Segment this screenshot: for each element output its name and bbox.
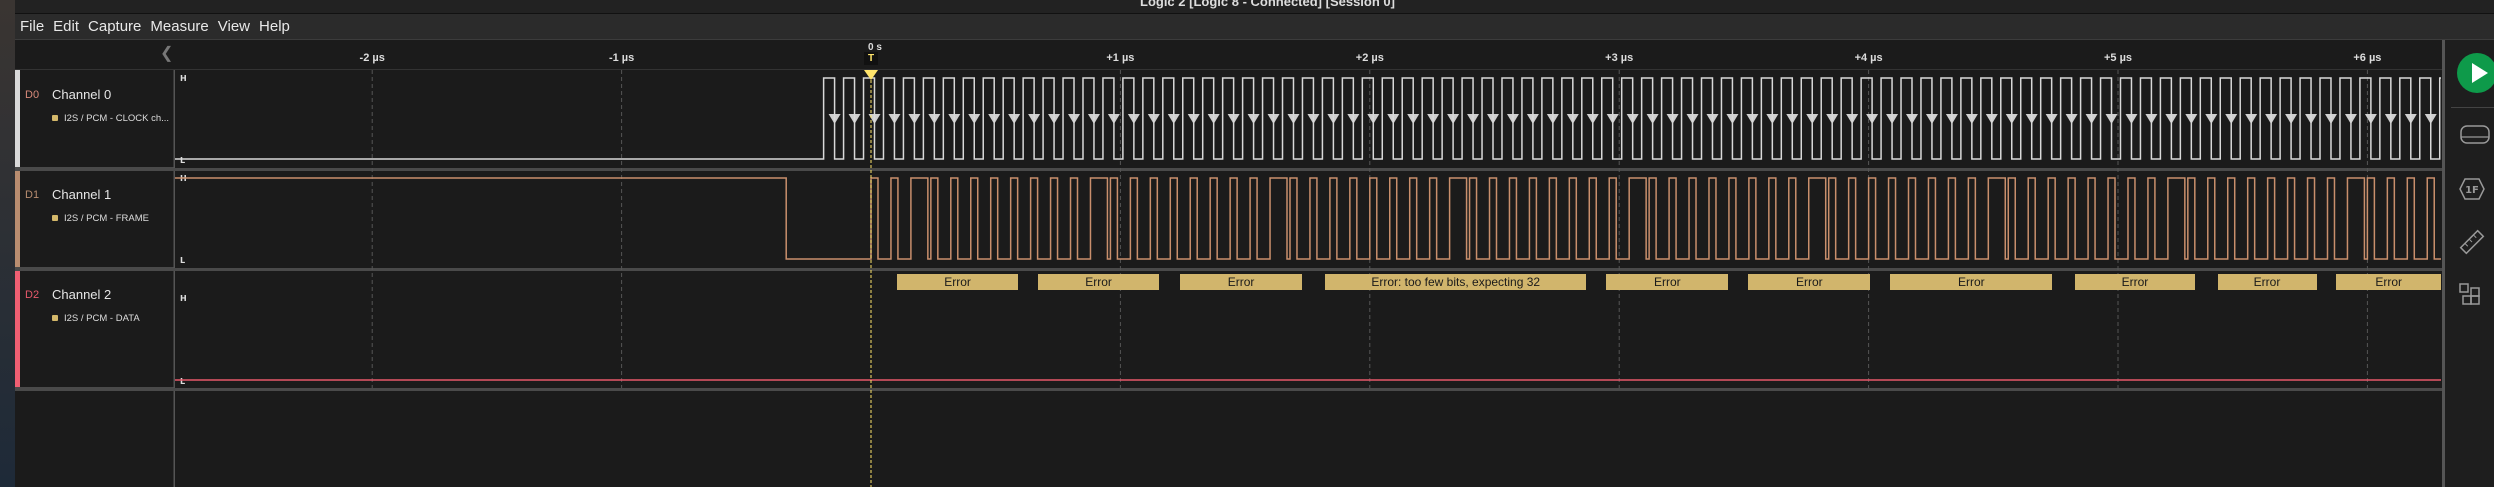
low-level-label: L (180, 256, 185, 265)
waveform-area[interactable]: HLHLHL (0, 0, 2442, 487)
svg-text:1F: 1F (2465, 185, 2479, 196)
decoder-error-annotation[interactable]: Error (896, 274, 1019, 290)
decoder-error-annotation[interactable]: Error (1606, 274, 1729, 290)
frame-waveform (175, 177, 2441, 260)
row-separator (15, 388, 2442, 391)
analyzers-icon[interactable]: 1F (2459, 177, 2485, 201)
low-level-label: L (180, 156, 185, 165)
right-sidebar: 1F (2442, 40, 2494, 487)
decoder-error-annotation[interactable]: Error (2217, 274, 2317, 290)
decoder-error-annotation[interactable]: Error (2336, 274, 2441, 290)
decoder-error-annotation[interactable]: Error (1038, 274, 1160, 290)
measure-ruler-icon[interactable] (2459, 229, 2485, 255)
decoder-error-annotation[interactable]: Error: too few bits, expecting 32 (1325, 274, 1587, 290)
decoder-error-annotation[interactable]: Error (1890, 274, 2053, 290)
low-level-label: L (180, 377, 185, 386)
device-icon[interactable] (2459, 124, 2491, 146)
decoder-error-annotation[interactable]: Error (2075, 274, 2195, 290)
decoder-error-annotation[interactable]: Error (1180, 274, 1303, 290)
row-separator (15, 268, 2442, 271)
start-capture-button[interactable] (2457, 53, 2494, 93)
row-separator (15, 168, 2442, 171)
decoder-error-annotation[interactable]: Error (1748, 274, 1871, 290)
clock-waveform (175, 77, 2441, 160)
high-level-label: H (180, 74, 187, 83)
high-level-label: H (180, 294, 187, 303)
play-icon (2472, 63, 2488, 83)
extensions-icon[interactable] (2459, 283, 2483, 307)
sidebar-divider (2451, 107, 2494, 108)
